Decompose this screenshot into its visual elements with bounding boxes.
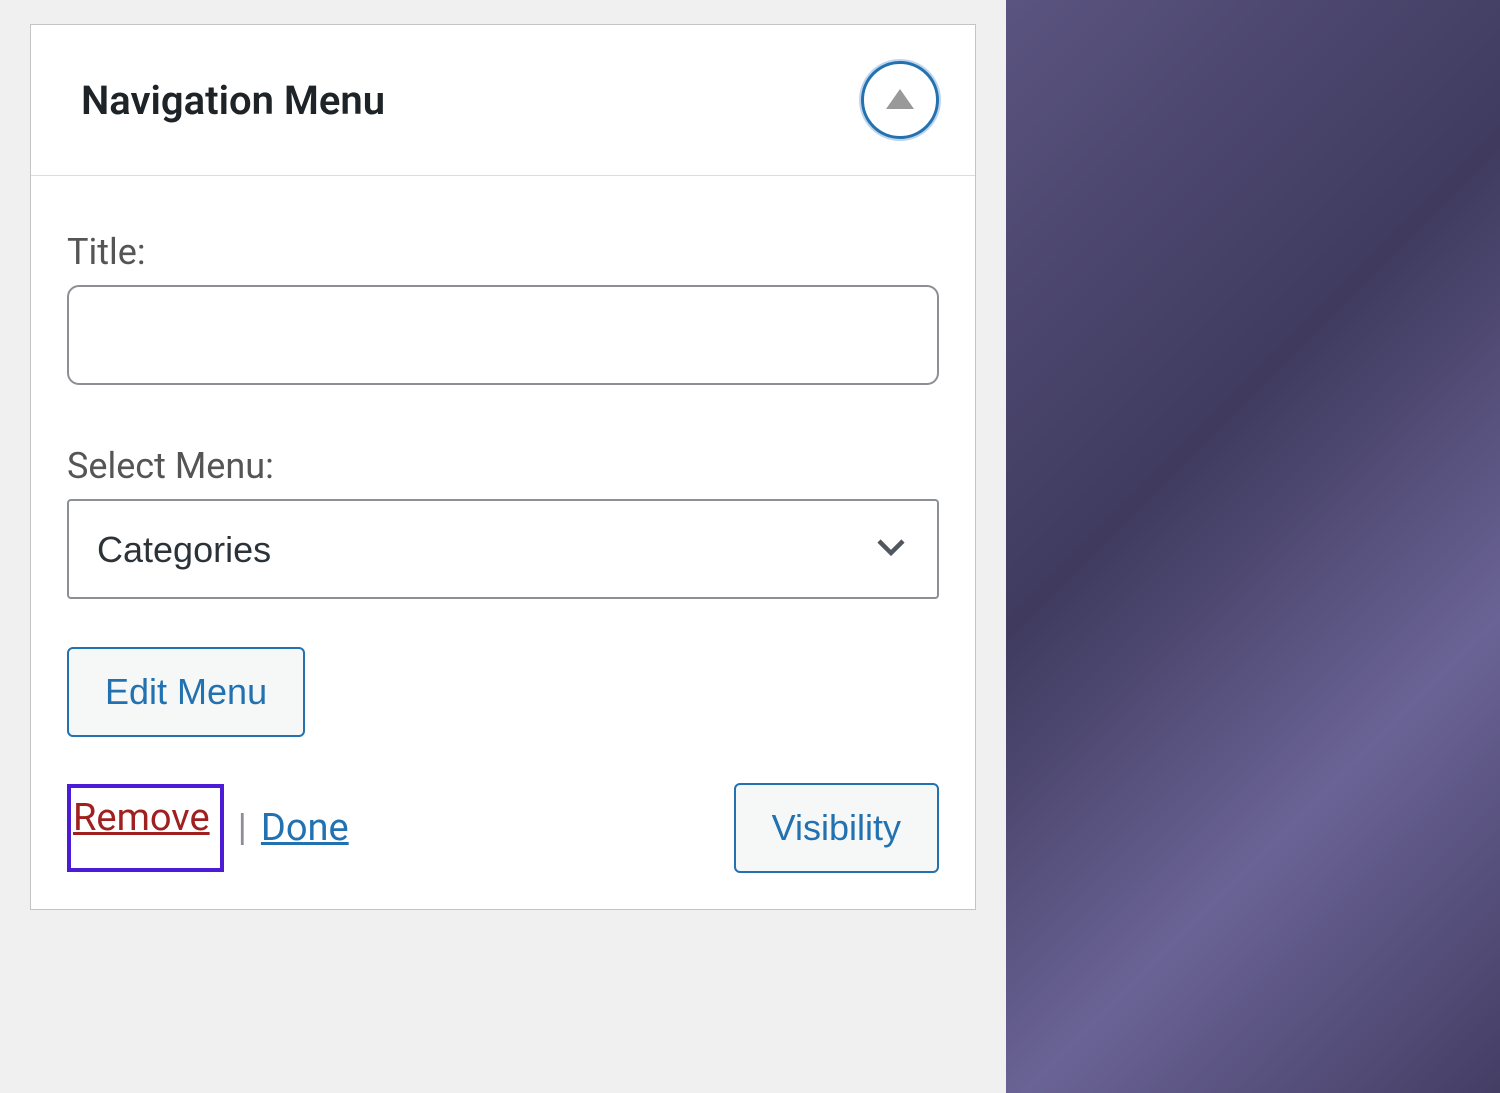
done-link[interactable]: Done [261, 806, 349, 850]
title-input[interactable] [67, 285, 939, 385]
widget-header: Navigation Menu [31, 25, 975, 176]
remove-link[interactable]: Remove [73, 796, 210, 840]
select-menu-label: Select Menu: [67, 445, 939, 487]
visibility-button[interactable]: Visibility [734, 783, 939, 873]
remove-highlight-box: Remove [67, 784, 224, 872]
widget-footer: Remove | Done Visibility [67, 783, 939, 873]
navigation-menu-widget: Navigation Menu Title: Select Menu: Cate… [30, 24, 976, 910]
widget-title: Navigation Menu [81, 77, 385, 124]
select-menu-dropdown[interactable]: Categories [67, 499, 939, 599]
footer-left-links: Remove | Done [67, 784, 349, 872]
link-separator: | [238, 806, 247, 850]
preview-background-strip [1006, 0, 1500, 1093]
collapse-toggle-button[interactable] [861, 61, 939, 139]
title-field-label: Title: [67, 231, 939, 273]
edit-menu-button[interactable]: Edit Menu [67, 647, 305, 737]
widget-body: Title: Select Menu: Categories Edit Menu… [31, 176, 975, 909]
select-menu-wrapper: Categories [67, 499, 939, 599]
widget-panel-area: Navigation Menu Title: Select Menu: Cate… [0, 0, 1006, 1093]
chevron-up-icon [886, 89, 914, 109]
